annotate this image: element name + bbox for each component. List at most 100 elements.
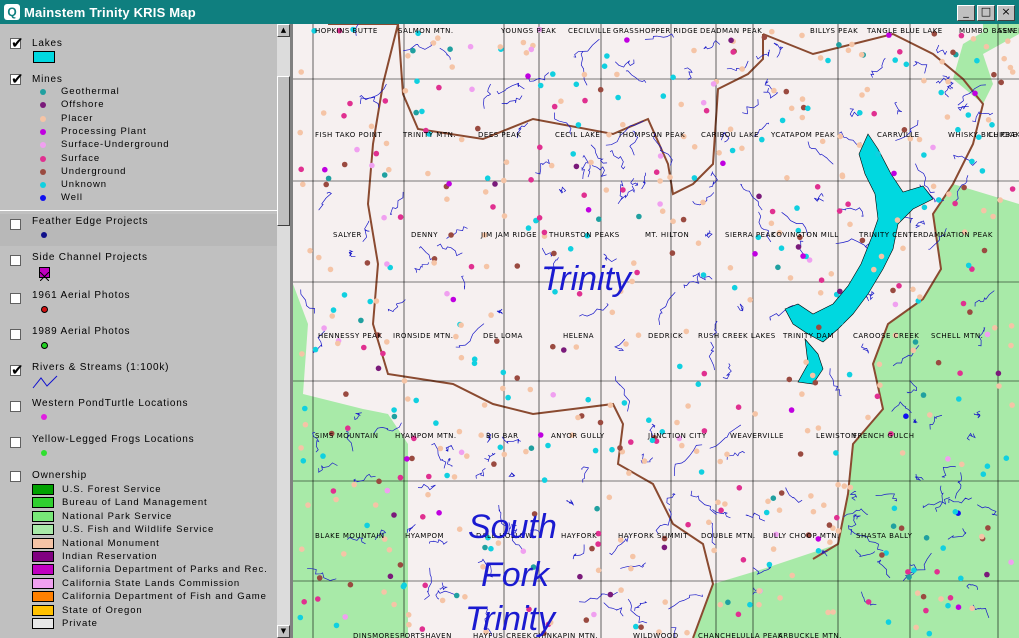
mine-point	[501, 177, 507, 184]
layer-side-channel[interactable]: Side Channel Projects	[0, 250, 277, 284]
feather-checkbox[interactable]	[10, 219, 21, 230]
layer-frogs[interactable]: Yellow-Legged Frogs Locations	[0, 432, 277, 462]
sidechannel-checkbox[interactable]	[10, 255, 21, 266]
turtle-symbol	[41, 414, 47, 420]
mine-point	[444, 290, 450, 297]
mine-point	[731, 284, 738, 291]
mine-point	[437, 445, 444, 452]
layer-aerial-1961[interactable]: 1961 Aerial Photos	[0, 288, 277, 318]
mine-point	[436, 510, 442, 516]
mine-point	[614, 71, 620, 78]
mine-point	[845, 47, 852, 54]
mine-point	[312, 346, 319, 353]
mines-checkbox[interactable]	[10, 70, 24, 88]
mine-point	[425, 170, 431, 177]
mine-point	[391, 601, 397, 608]
mine-point	[818, 277, 825, 283]
mine-point	[631, 260, 637, 266]
mine-point	[467, 43, 474, 50]
scroll-thumb[interactable]	[277, 76, 290, 226]
mine-point	[900, 245, 906, 252]
mine-point	[298, 69, 304, 75]
mine-point	[794, 205, 800, 211]
ownership-checkbox[interactable]	[10, 471, 21, 482]
mine-point	[784, 175, 790, 181]
mine-point	[871, 266, 877, 273]
mine-point	[814, 184, 821, 190]
mine-point	[995, 370, 1002, 377]
mine-point	[297, 614, 304, 621]
mine-point	[911, 567, 917, 573]
quad-label: SHASTA BALLY	[856, 532, 913, 540]
mine-point	[373, 150, 380, 157]
mine-point	[917, 294, 923, 300]
mine-point	[482, 189, 489, 195]
ownership-swatch	[32, 577, 54, 589]
legend-scrollbar[interactable]: ▲ ▼	[277, 24, 290, 638]
mine-point	[913, 624, 919, 631]
mine-point	[436, 84, 442, 91]
mine-point	[739, 145, 745, 152]
frogs-checkbox[interactable]	[10, 437, 21, 448]
mine-point	[740, 557, 747, 563]
mine-point	[302, 421, 309, 428]
mine-point	[607, 402, 614, 409]
mine-point	[810, 508, 817, 515]
mine-point	[819, 138, 826, 145]
mine-point	[550, 343, 556, 350]
aerial1989-symbol	[41, 342, 48, 349]
ownership-swatch	[32, 497, 54, 509]
mine-point	[458, 136, 465, 143]
mine-type-label: Processing Plant	[61, 125, 147, 137]
scroll-up-button[interactable]: ▲	[277, 24, 290, 37]
mine-type-row: Surface-Underground	[40, 139, 277, 152]
mine-point	[939, 58, 945, 65]
mine-point	[677, 363, 683, 370]
map-view[interactable]: HOPKINS BUTTE SALMON MTN. YOUNGS PEAK CECIL…	[293, 24, 1019, 638]
mine-point	[957, 370, 963, 377]
mine-point	[700, 99, 707, 106]
aerial1961-checkbox[interactable]	[10, 293, 21, 304]
layer-feather-edge[interactable]: Feather Edge Projects	[0, 214, 277, 246]
mine-point	[1009, 402, 1015, 408]
mine-type-row: Processing Plant	[40, 126, 277, 139]
mine-point	[520, 548, 527, 554]
minimize-button[interactable]: _	[957, 5, 975, 21]
quad-label: HAYFORK	[561, 532, 598, 540]
quad-label: THURSTON PEAKS	[549, 231, 620, 239]
lakes-checkbox[interactable]	[10, 34, 24, 52]
layer-ownership[interactable]: Ownership U.S. Forest Service Bureau of L…	[0, 468, 277, 638]
layer-aerial-1989[interactable]: 1989 Aerial Photos	[0, 324, 277, 354]
quad-label: TRINITY MTN.	[403, 131, 457, 139]
scroll-down-button[interactable]: ▼	[277, 625, 290, 638]
mine-point	[763, 509, 770, 516]
mine-point	[890, 523, 897, 529]
region-label-fork: Fork	[481, 556, 549, 594]
layer-turtle[interactable]: Western PondTurtle Locations	[0, 396, 277, 426]
mine-point	[620, 121, 626, 128]
ownership-row: California Department of Parks and Rec.	[32, 564, 277, 577]
turtle-checkbox[interactable]	[10, 401, 21, 412]
layer-rivers[interactable]: Rivers & Streams (1:100k)	[0, 360, 277, 392]
mine-point	[1009, 186, 1016, 192]
rivers-checkbox[interactable]	[10, 361, 24, 379]
mine-point	[865, 414, 871, 421]
mine-point	[523, 448, 529, 455]
mine-point	[551, 103, 558, 110]
mine-point	[420, 514, 426, 520]
quad-label: LEWISTON	[816, 432, 857, 440]
mine-type-label: Well	[61, 192, 83, 204]
aerial1989-checkbox[interactable]	[10, 329, 21, 340]
close-button[interactable]: ×	[997, 5, 1015, 21]
maximize-button[interactable]: □	[977, 5, 995, 21]
mine-point	[299, 546, 305, 552]
mine-point	[670, 218, 676, 225]
mine-point	[845, 201, 851, 207]
mine-point	[607, 591, 614, 598]
mine-point	[404, 456, 410, 462]
mine-point	[787, 275, 794, 281]
mine-point	[321, 325, 327, 331]
map-canvas[interactable]	[293, 24, 1019, 638]
mine-point	[406, 621, 412, 628]
mine-point	[469, 86, 475, 93]
